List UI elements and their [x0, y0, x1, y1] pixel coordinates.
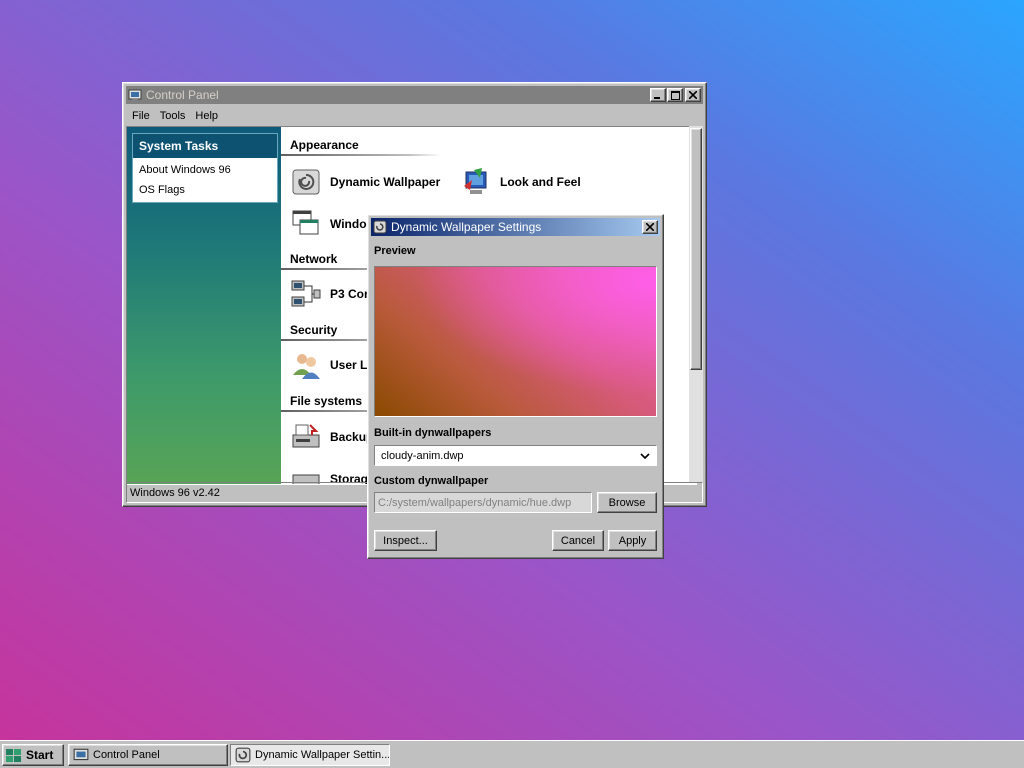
dynamic-wallpaper-small-icon: [235, 747, 251, 763]
inspect-button[interactable]: Inspect...: [374, 530, 437, 551]
network-computers-icon: [291, 280, 321, 307]
maximize-icon: [670, 90, 680, 100]
custom-wallpaper-path[interactable]: C:/system/wallpapers/dynamic/hue.dwp: [374, 492, 592, 513]
look-and-feel-icon: [464, 168, 487, 194]
apply-button[interactable]: Apply: [608, 530, 657, 551]
control-panel-icon: [128, 89, 142, 101]
cp-item-look-and-feel[interactable]: Look and Feel: [460, 166, 581, 198]
close-icon: [646, 223, 654, 231]
cp-item-p3[interactable]: P3 Cor: [290, 278, 369, 310]
taskbar-item-dynamic-wallpaper[interactable]: Dynamic Wallpaper Settin...: [230, 744, 390, 766]
minimize-button[interactable]: [650, 88, 666, 102]
section-file-systems: File systems: [290, 394, 363, 408]
section-divider: [281, 154, 441, 156]
backup-icon: [292, 424, 320, 448]
cp-item-label: Windo: [330, 217, 367, 231]
wallpaper-preview: [374, 266, 657, 417]
taskbar-item-label: Dynamic Wallpaper Settin...: [255, 749, 390, 761]
builtin-label: Built-in dynwallpapers: [374, 427, 492, 439]
control-panel-icon: [73, 748, 89, 761]
sidebar-item-about[interactable]: About Windows 96: [133, 160, 277, 180]
cp-item-backup[interactable]: Backup: [290, 421, 373, 453]
menu-file[interactable]: File: [127, 110, 155, 122]
cp-item-label: Dynamic Wallpaper: [330, 175, 441, 189]
taskbar: Start Control Panel Dynamic Wallpaper Se…: [0, 740, 1024, 768]
close-button[interactable]: [685, 88, 701, 102]
windows-icon: [292, 210, 319, 235]
vertical-scrollbar[interactable]: [689, 126, 703, 483]
menu-bar: File Tools Help: [127, 107, 223, 125]
cp-item-window[interactable]: Windo: [290, 208, 367, 240]
sidebar-item-os-flags[interactable]: OS Flags: [133, 180, 277, 200]
browse-button[interactable]: Browse: [597, 492, 657, 513]
dynamic-wallpaper-icon: [292, 169, 320, 195]
start-label: Start: [26, 748, 54, 762]
custom-label: Custom dynwallpaper: [374, 475, 489, 487]
users-icon: [293, 354, 320, 379]
section-security: Security: [290, 323, 338, 337]
section-network: Network: [290, 252, 338, 266]
dynamic-wallpaper-small-icon: [373, 220, 387, 234]
maximize-button[interactable]: [667, 88, 683, 102]
system-tasks-header: System Tasks: [133, 134, 277, 158]
taskbar-item-label: Control Panel: [93, 749, 160, 761]
cancel-button[interactable]: Cancel: [552, 530, 604, 551]
dialog-close-button[interactable]: [642, 220, 658, 234]
status-text: Windows 96 v2.42: [130, 486, 220, 499]
builtin-select-value: cloudy-anim.dwp: [381, 449, 464, 462]
menu-tools[interactable]: Tools: [155, 110, 191, 122]
cp-item-label: Look and Feel: [500, 175, 581, 189]
start-logo-icon: [6, 749, 21, 762]
cp-item-dynamic-wallpaper[interactable]: Dynamic Wallpaper: [290, 166, 440, 198]
window-title: Control Panel: [146, 88, 219, 102]
chevron-down-icon: [640, 453, 650, 460]
scrollbar-thumb[interactable]: [690, 128, 702, 370]
section-appearance: Appearance: [290, 138, 359, 152]
menu-help[interactable]: Help: [190, 110, 223, 122]
sidebar: System Tasks About Windows 96 OS Flags: [127, 127, 281, 484]
close-icon: [689, 91, 697, 99]
minimize-icon: [654, 97, 660, 99]
dynamic-wallpaper-dialog: Dynamic Wallpaper Settings Preview Built…: [367, 214, 664, 559]
taskbar-item-control-panel[interactable]: Control Panel: [68, 744, 228, 766]
start-button[interactable]: Start: [2, 744, 64, 766]
preview-label: Preview: [374, 245, 416, 257]
dialog-title: Dynamic Wallpaper Settings: [391, 220, 542, 234]
control-panel-titlebar[interactable]: Control Panel: [126, 86, 703, 104]
system-tasks-panel: System Tasks About Windows 96 OS Flags: [132, 133, 278, 203]
cp-item-label: P3 Cor: [330, 287, 369, 301]
cp-item-label: User L: [330, 358, 368, 372]
dialog-titlebar[interactable]: Dynamic Wallpaper Settings: [371, 218, 660, 236]
cp-item-user[interactable]: User L: [290, 349, 367, 381]
builtin-wallpaper-select[interactable]: cloudy-anim.dwp: [374, 445, 657, 466]
